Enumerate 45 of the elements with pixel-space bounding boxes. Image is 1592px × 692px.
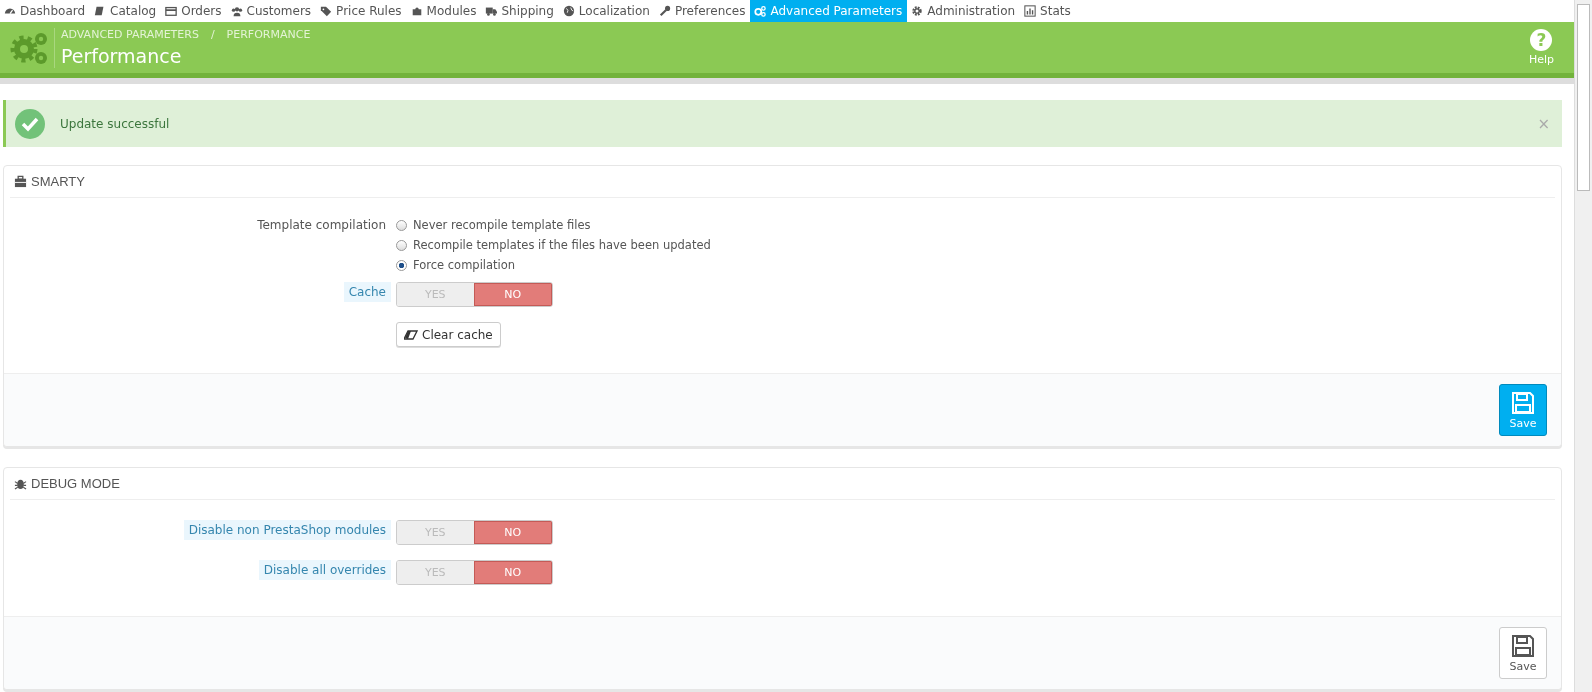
nav-tab[interactable]: Administration — [907, 0, 1021, 22]
card-icon — [165, 5, 178, 17]
tag-icon — [320, 5, 333, 17]
radio-option[interactable]: Recompile templates if the files have been updated — [396, 238, 711, 252]
gears-icon — [754, 5, 767, 17]
field-label: Template compilation — [256, 218, 387, 234]
users-icon — [230, 5, 243, 17]
panel-title: DEBUG MODE — [31, 476, 120, 491]
settings-icon — [911, 5, 924, 17]
truck-icon — [485, 5, 498, 17]
bar-chart-icon — [1024, 5, 1037, 17]
panel-title: SMARTY — [31, 174, 85, 189]
nav-tab[interactable]: Localization — [558, 0, 655, 22]
radio-option[interactable]: Never recompile template files — [396, 218, 711, 232]
nav-tab[interactable]: Orders — [161, 0, 227, 22]
clear-cache-button[interactable]: Clear cache — [396, 322, 501, 347]
field-label: Disable non PrestaShop modules — [183, 520, 391, 540]
nav-tab[interactable]: Dashboard — [0, 0, 91, 22]
nav-tab[interactable]: Catalog — [90, 0, 162, 22]
nav-tab[interactable]: Stats — [1020, 0, 1076, 22]
field-label: Disable all overrides — [258, 560, 391, 580]
radio-button[interactable] — [396, 219, 407, 231]
radio-button[interactable] — [396, 239, 407, 251]
check-icon — [14, 107, 46, 140]
page-title: Performance — [61, 45, 183, 67]
eraser-icon — [404, 329, 418, 340]
radio-option[interactable]: Force compilation — [396, 258, 711, 272]
briefcase-icon — [14, 175, 27, 188]
help-icon: ? — [1530, 29, 1553, 51]
breadcrumb-separator: / — [210, 28, 215, 41]
wrench-icon — [658, 5, 671, 17]
field-label: Cache — [343, 282, 391, 302]
alert-message: Update successful — [60, 116, 170, 131]
nav-tab[interactable]: Customers — [226, 0, 317, 22]
gears-icon — [8, 27, 55, 68]
globe-icon — [562, 5, 575, 17]
bug-icon — [14, 477, 27, 490]
save-button[interactable]: Save — [1499, 627, 1547, 679]
scrollbar-thumb[interactable] — [1577, 4, 1590, 191]
breadcrumb-current: PERFORMANCE — [226, 28, 311, 41]
nav-tab[interactable]: Price Rules — [316, 0, 407, 22]
nav-tab[interactable]: Preferences — [654, 0, 751, 22]
radio-button[interactable] — [396, 259, 407, 271]
nav-tab[interactable]: Modules — [406, 0, 482, 22]
nav-tab[interactable]: Shipping — [481, 0, 559, 22]
